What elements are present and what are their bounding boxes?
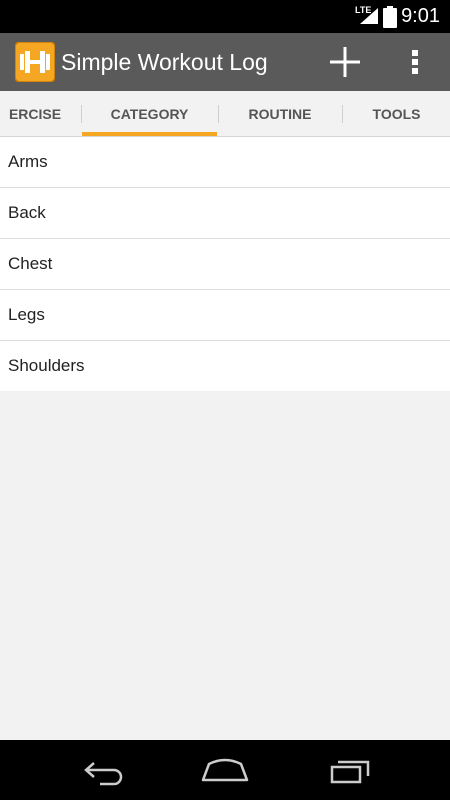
action-bar: Simple Workout Log	[0, 33, 450, 91]
app-title: Simple Workout Log	[61, 49, 268, 75]
list-item[interactable]: Chest	[0, 239, 450, 290]
battery-icon	[383, 6, 397, 28]
dumbbell-icon[interactable]	[15, 42, 55, 82]
home-icon[interactable]	[200, 754, 250, 786]
list-item[interactable]: Shoulders	[0, 341, 450, 391]
category-list: Arms Back Chest Legs Shoulders	[0, 137, 450, 391]
clock: 9:01	[401, 5, 440, 27]
status-bar: LTE 9:01	[0, 0, 450, 33]
more-vert-icon[interactable]	[404, 44, 426, 80]
tab-tools[interactable]: TOOLS	[343, 91, 450, 136]
plus-icon[interactable]	[327, 44, 363, 80]
back-icon[interactable]	[78, 754, 124, 786]
tab-exercise[interactable]: ERCISE	[0, 91, 80, 136]
navigation-bar	[0, 740, 450, 800]
list-item[interactable]: Legs	[0, 290, 450, 341]
recents-icon[interactable]	[328, 754, 376, 786]
tab-bar: ERCISE CATEGORY ROUTINE TOOLS	[0, 91, 450, 137]
list-item[interactable]: Back	[0, 188, 450, 239]
signal-icon	[360, 8, 378, 24]
tab-category[interactable]: CATEGORY	[82, 91, 217, 136]
tab-routine[interactable]: ROUTINE	[219, 91, 341, 136]
list-item[interactable]: Arms	[0, 137, 450, 188]
